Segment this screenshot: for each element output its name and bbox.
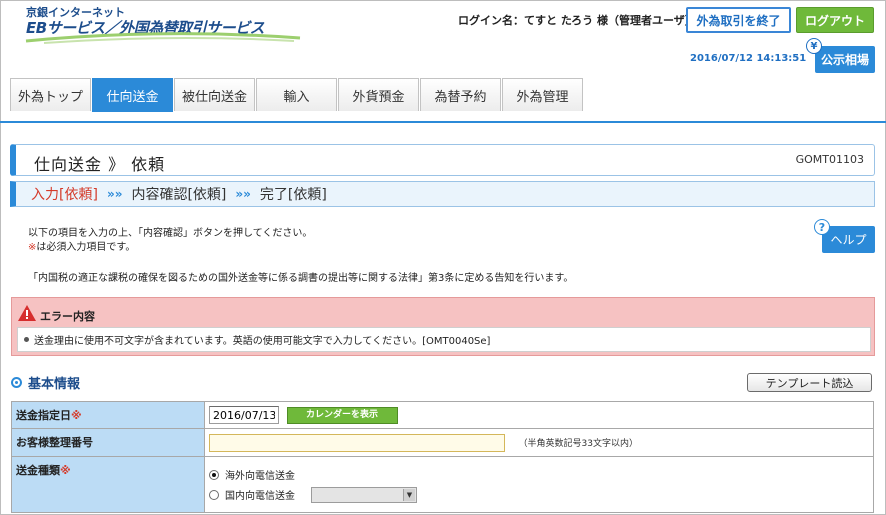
progress-steps: 入力[依頼] »» 内容確認[依頼] »» 完了[依頼]	[10, 181, 875, 207]
ref-label-cell: お客様整理番号	[11, 428, 205, 457]
show-calendar-button[interactable]: カレンダーを表示	[286, 406, 398, 424]
radio-overseas[interactable]	[209, 469, 219, 480]
radio-overseas-label: 海外向電信送金	[225, 471, 295, 482]
legal-notice: 「内国税の適正な課税の確保を図るための国外送金等に係る調書の提出等に関する法律」…	[28, 273, 574, 284]
warning-icon	[18, 305, 36, 321]
error-title: エラー内容	[40, 310, 95, 323]
error-message: 送金理由に使用不可文字が含まれています。英語の使用可能文字で入力してください。[…	[34, 336, 491, 347]
page-title-bar: 仕向送金 》 依頼 GOMT01103	[10, 144, 875, 176]
tab-foreign-deposit[interactable]: 外貨預金	[338, 78, 419, 111]
tab-forex-top[interactable]: 外為トップ	[10, 78, 91, 111]
step-input: 入力[依頼]	[31, 187, 98, 203]
required-mark: ※	[60, 464, 71, 477]
step-complete: 完了[依頼]	[259, 187, 327, 203]
form-row-type: 送金種類※ 海外向電信送金 国内向電信送金 ▼	[11, 456, 874, 513]
tab-outward-remittance[interactable]: 仕向送金	[92, 78, 173, 112]
exit-forex-button[interactable]: 外為取引を終了	[686, 7, 791, 33]
error-box: エラー内容 送金理由に使用不可文字が含まれています。英語の使用可能文字で入力して…	[11, 297, 875, 356]
tab-underline	[0, 121, 886, 123]
logo-swoosh-icon	[25, 32, 301, 44]
basic-info-form: 送金指定日※ カレンダーを表示 お客様整理番号 （半角英数記号33文字以内） 送…	[11, 401, 874, 513]
step-confirm: 内容確認[依頼]	[131, 187, 227, 203]
radio-overseas-row[interactable]: 海外向電信送金	[209, 465, 869, 485]
public-rate-button[interactable]: 公示相場	[815, 46, 875, 73]
type-value-cell: 海外向電信送金 国内向電信送金 ▼	[204, 456, 874, 513]
page-title: 仕向送金 》 依頼	[34, 155, 166, 174]
tab-inward-remittance[interactable]: 被仕向送金	[174, 78, 255, 111]
kyoto-bank-logo: 京銀インターネット EBサービス／外国為替取引サービス	[24, 4, 304, 44]
tab-forward-contract[interactable]: 為替予約	[420, 78, 501, 111]
form-row-ref: お客様整理番号 （半角英数記号33文字以内）	[11, 428, 874, 457]
bullet-icon	[24, 337, 29, 342]
logout-button[interactable]: ログアウト	[796, 7, 874, 33]
form-row-date: 送金指定日※ カレンダーを表示	[11, 401, 874, 429]
screen-code: GOMT01103	[795, 153, 864, 166]
ref-hint: （半角英数記号33文字以内）	[518, 439, 638, 449]
customer-ref-input[interactable]	[209, 433, 505, 452]
main-nav-tabs: 外為トップ 仕向送金 被仕向送金 輸入 外貨預金 為替予約 外為管理	[10, 78, 584, 112]
domestic-type-select[interactable]: ▼	[311, 486, 417, 503]
radio-domestic[interactable]	[209, 489, 219, 500]
date-value-cell: カレンダーを表示	[204, 401, 874, 429]
yen-icon: ¥	[806, 38, 822, 54]
help-question-icon: ?	[814, 219, 830, 235]
type-label: 送金種類	[16, 464, 60, 477]
login-name: ログイン名：てすと たろう 様（管理者ユーザ）	[458, 14, 696, 27]
date-label: 送金指定日	[16, 409, 71, 422]
section-circle-icon	[11, 377, 22, 388]
load-template-button[interactable]: テンプレート読込	[747, 373, 872, 392]
radio-domestic-row[interactable]: 国内向電信送金 ▼	[209, 485, 869, 505]
tab-forex-management[interactable]: 外為管理	[502, 78, 583, 111]
required-note-text: は必須入力項目です。	[36, 242, 136, 253]
type-label-cell: 送金種類※	[11, 456, 205, 513]
required-mark: ※	[71, 409, 82, 422]
ref-value-cell: （半角英数記号33文字以内）	[204, 428, 874, 457]
tab-import[interactable]: 輸入	[256, 78, 337, 111]
required-note: ※は必須入力項目です。	[28, 238, 135, 253]
ref-label: お客様整理番号	[16, 436, 93, 449]
instruction-text: 以下の項目を入力の上、「内容確認」ボタンを押してください。	[28, 228, 313, 239]
error-message-box: 送金理由に使用不可文字が含まれています。英語の使用可能文字で入力してください。[…	[17, 327, 871, 352]
date-label-cell: 送金指定日※	[11, 401, 205, 429]
section-title: 基本情報	[28, 377, 81, 392]
remittance-date-input[interactable]	[209, 406, 279, 424]
step-arrow-icon: »»	[106, 187, 123, 201]
chevron-down-icon: ▼	[403, 488, 415, 501]
step-arrow-icon: »»	[235, 187, 251, 201]
current-datetime: 2016/07/12 14:13:51	[690, 53, 807, 64]
help-button[interactable]: ヘルプ	[822, 226, 875, 253]
radio-domestic-label: 国内向電信送金	[225, 491, 295, 502]
